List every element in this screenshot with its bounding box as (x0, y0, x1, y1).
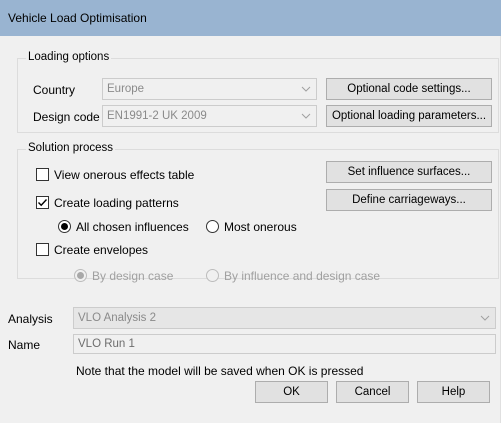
analysis-label: Analysis (8, 312, 53, 326)
create-loading-patterns-label[interactable]: Create loading patterns (54, 196, 179, 210)
view-onerous-checkbox[interactable] (36, 168, 49, 181)
create-envelopes-checkbox[interactable] (36, 243, 49, 256)
dialog-body: Loading options Country Europe Optional … (0, 36, 501, 423)
by-design-case-label[interactable]: By design case (92, 269, 173, 283)
checkmark-icon (38, 199, 48, 207)
define-carriageways-button[interactable]: Define carriageways... (326, 189, 492, 211)
set-influence-surfaces-button[interactable]: Set influence surfaces... (326, 161, 492, 183)
country-dropdown[interactable]: Europe (102, 78, 317, 100)
by-influence-and-design-case-label[interactable]: By influence and design case (224, 269, 380, 283)
by-design-case-radio[interactable] (74, 269, 87, 282)
chevron-down-icon (301, 113, 311, 119)
create-envelopes-label[interactable]: Create envelopes (54, 243, 148, 257)
country-label: Country (33, 83, 76, 97)
title-bar[interactable]: Vehicle Load Optimisation (0, 0, 501, 36)
solution-process-label: Solution process (26, 142, 116, 154)
create-loading-patterns-checkbox[interactable] (36, 196, 49, 209)
name-input[interactable]: VLO Run 1 (73, 334, 496, 354)
most-onerous-radio[interactable] (206, 220, 219, 233)
loading-options-label: Loading options (26, 51, 112, 63)
country-value: Europe (107, 83, 145, 95)
cancel-button[interactable]: Cancel (336, 381, 409, 403)
optional-loading-parameters-button[interactable]: Optional loading parameters... (326, 105, 492, 127)
analysis-dropdown[interactable]: VLO Analysis 2 (73, 307, 496, 329)
all-chosen-influences-label[interactable]: All chosen influences (76, 220, 189, 234)
name-value: VLO Run 1 (78, 338, 135, 350)
design-code-label: Design code (33, 110, 100, 124)
save-note: Note that the model will be saved when O… (76, 364, 364, 378)
name-label: Name (8, 338, 41, 352)
most-onerous-label[interactable]: Most onerous (224, 220, 297, 234)
view-onerous-label[interactable]: View onerous effects table (54, 168, 194, 182)
design-code-dropdown[interactable]: EN1991-2 UK 2009 (102, 105, 317, 127)
chevron-down-icon (301, 86, 311, 92)
analysis-value: VLO Analysis 2 (78, 312, 156, 324)
by-influence-and-design-case-radio[interactable] (206, 269, 219, 282)
optional-code-settings-button[interactable]: Optional code settings... (326, 78, 492, 100)
window-title: Vehicle Load Optimisation (8, 11, 147, 25)
all-chosen-influences-radio[interactable] (58, 220, 71, 233)
design-code-value: EN1991-2 UK 2009 (107, 110, 207, 122)
chevron-down-icon (480, 315, 490, 321)
help-button[interactable]: Help (417, 381, 490, 403)
ok-button[interactable]: OK (255, 381, 328, 403)
